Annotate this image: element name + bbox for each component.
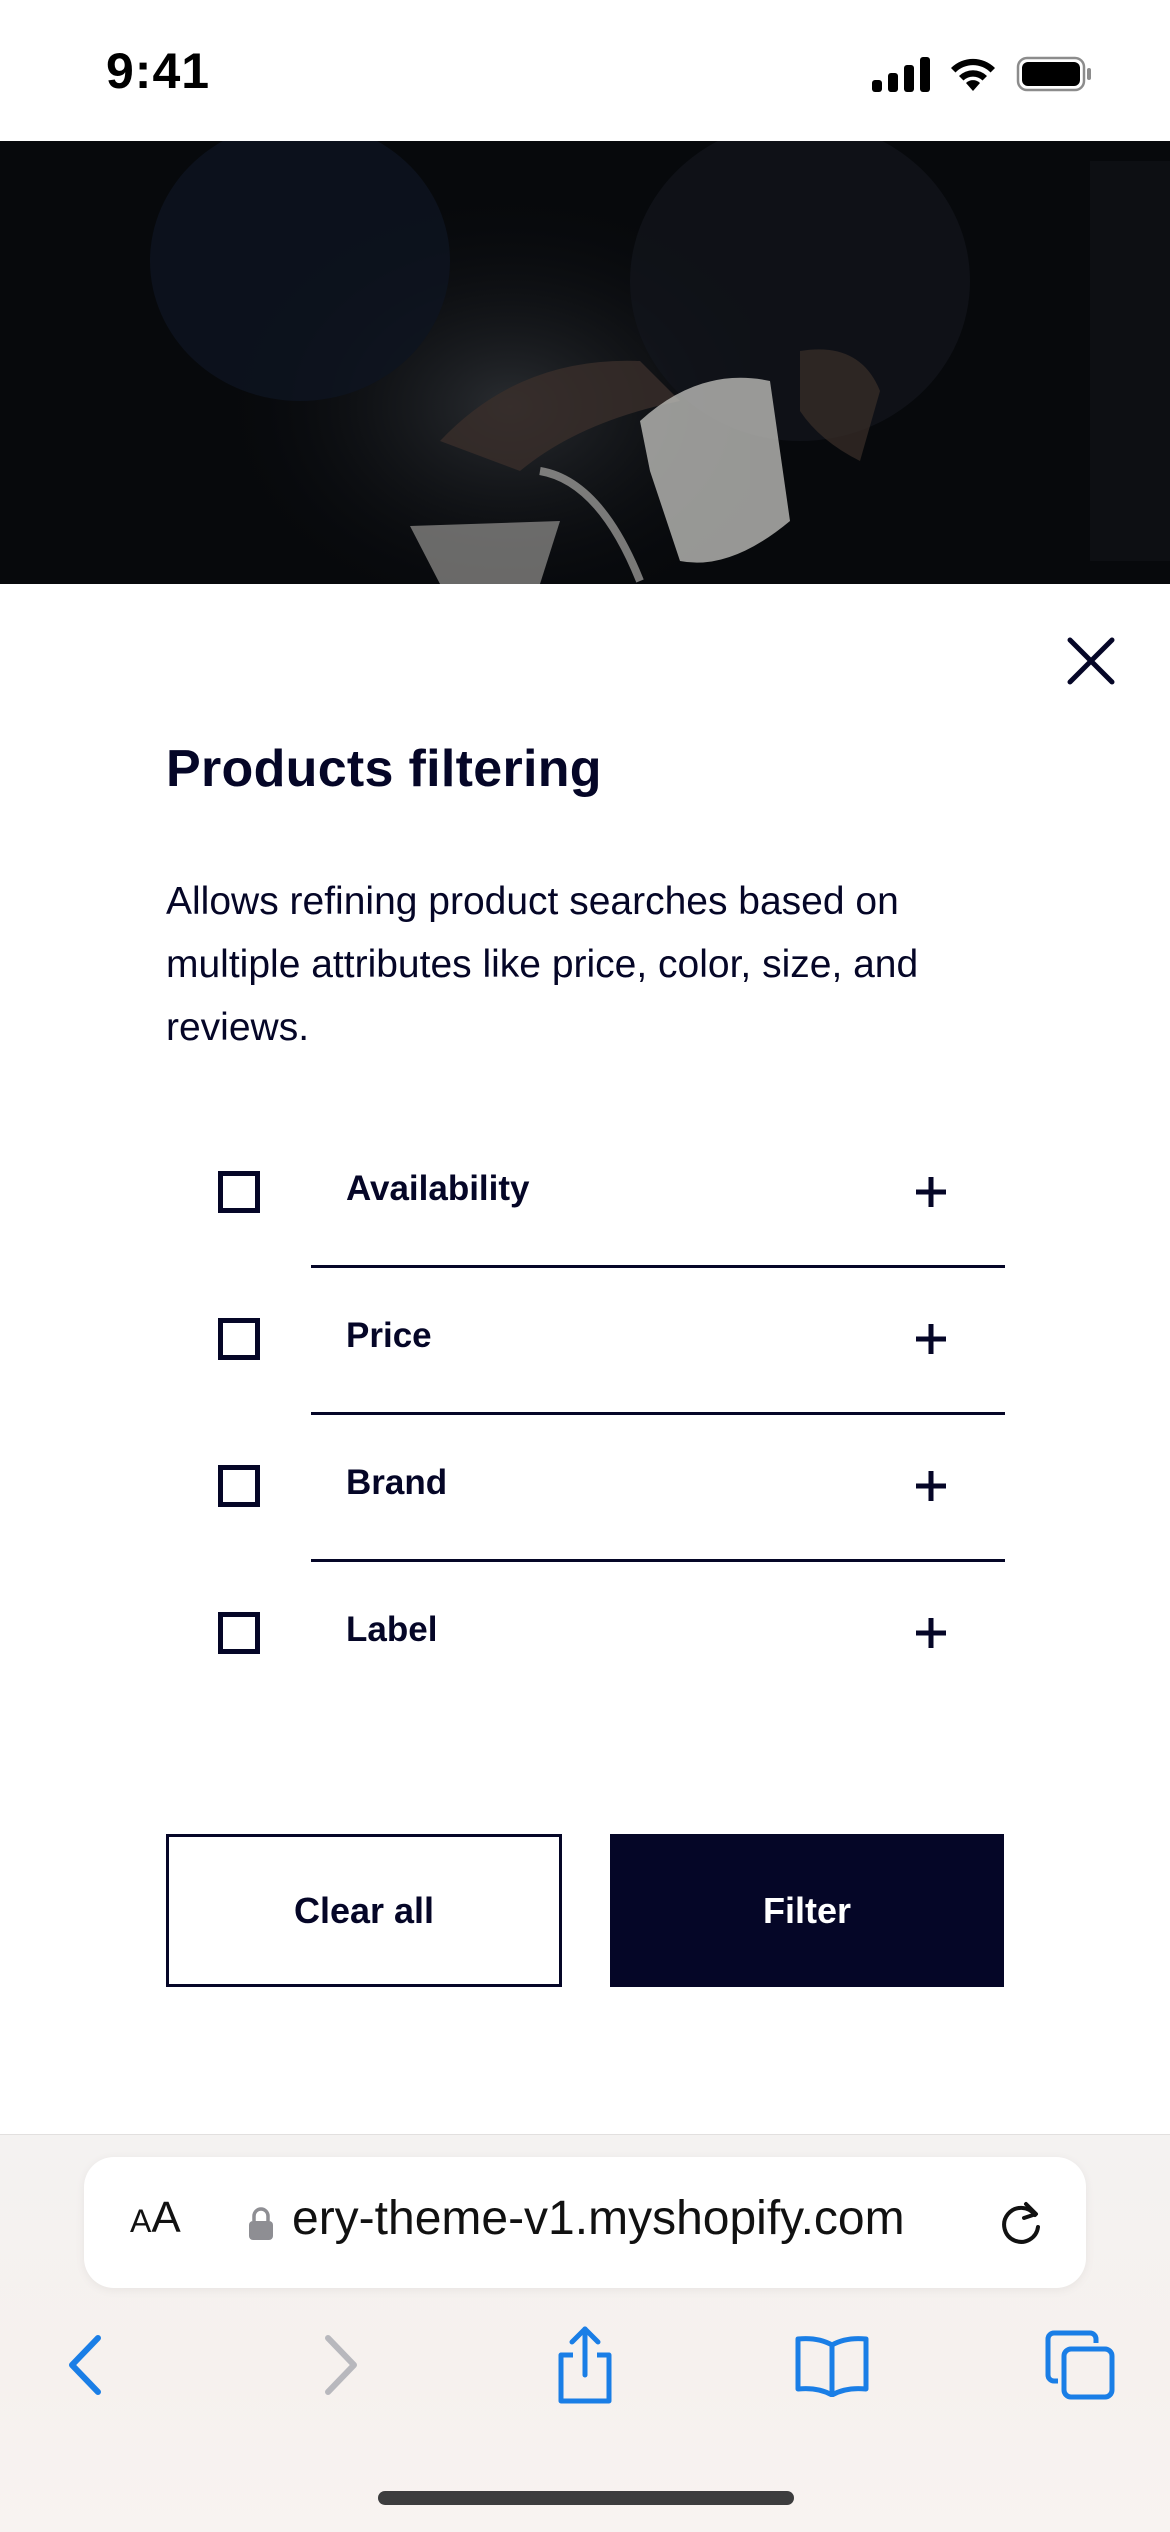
filter-list: Availability Price Brand Label [0,1121,1170,1709]
address-bar[interactable]: AA ery-theme-v1.myshopify.com [84,2157,1086,2288]
close-button[interactable] [1058,628,1124,694]
bookmarks-icon [795,2336,869,2397]
filter-row-availability[interactable]: Availability [0,1121,1170,1268]
wifi-icon [951,58,995,91]
home-indicator[interactable] [378,2491,794,2505]
expand-plus-icon[interactable] [914,1616,948,1650]
forward-button[interactable] [300,2325,380,2405]
back-button[interactable] [46,2325,126,2405]
filter-row-brand[interactable]: Brand [0,1415,1170,1562]
browser-bottom-bar: AA ery-theme-v1.myshopify.com [0,2134,1170,2532]
forward-icon [325,2335,357,2395]
status-bar: 9:41 [0,0,1170,141]
share-button[interactable] [545,2325,625,2405]
reload-icon[interactable] [993,2195,1049,2251]
bookmarks-button[interactable] [792,2325,872,2405]
filter-row-label[interactable]: Label [0,1562,1170,1709]
modal-title: Products filtering [166,740,602,798]
filter-label: Price [346,1316,432,1355]
brand-checkbox[interactable] [218,1465,260,1507]
screen: 9:41 Products filtering Allows refining … [0,0,1170,2532]
lock-icon [249,2207,273,2240]
status-icons [872,52,1094,96]
cellular-signal-icon [872,56,930,92]
availability-checkbox[interactable] [218,1171,260,1213]
filter-label: Availability [346,1169,530,1208]
share-icon [558,2326,612,2404]
filter-modal: Products filtering Allows refining produ… [0,584,1170,2134]
battery-icon [1016,56,1091,92]
expand-plus-icon[interactable] [914,1469,948,1503]
clear-all-button[interactable]: Clear all [166,1834,562,1987]
label-checkbox[interactable] [218,1612,260,1654]
hero-photo-illustration [0,141,1170,584]
close-icon [1067,637,1115,685]
hero-image [0,141,1170,584]
filter-row-price[interactable]: Price [0,1268,1170,1415]
back-icon [69,2335,101,2395]
filter-label: Label [346,1610,438,1649]
tabs-button[interactable] [1040,2325,1120,2405]
modal-description: Allows refining product searches based o… [166,880,919,1049]
filter-label: Brand [346,1463,448,1502]
url-text[interactable]: ery-theme-v1.myshopify.com [292,2191,1008,2246]
expand-plus-icon[interactable] [914,1175,948,1209]
tabs-icon [1045,2330,1115,2400]
reader-aa-button[interactable]: AA [130,2193,181,2243]
price-checkbox[interactable] [218,1318,260,1360]
filter-button[interactable]: Filter [610,1834,1004,1987]
status-time: 9:41 [106,43,211,99]
expand-plus-icon[interactable] [914,1322,948,1356]
